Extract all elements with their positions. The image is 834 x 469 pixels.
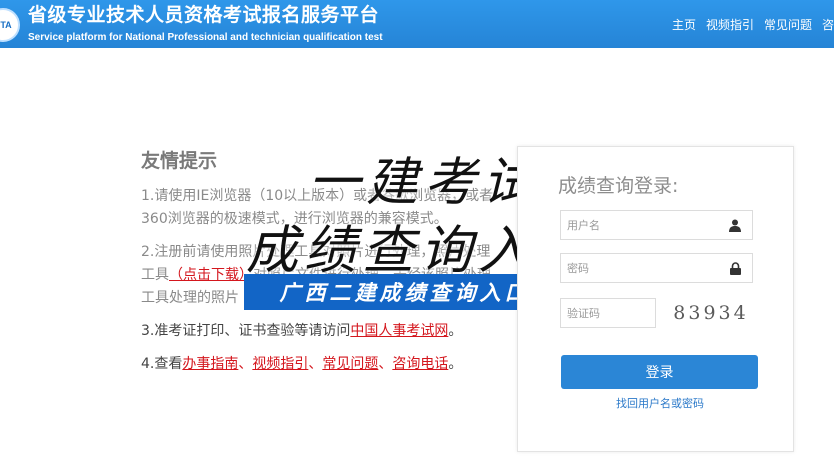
separator: 、 bbox=[378, 356, 393, 372]
separator: 、 bbox=[238, 356, 253, 372]
guide-link[interactable]: 办事指南 bbox=[182, 356, 238, 372]
nav-home[interactable]: 主页 bbox=[672, 16, 696, 33]
notice-item-4-end: 。 bbox=[448, 356, 463, 372]
forgot-credentials-link[interactable]: 找回用户名或密码 bbox=[518, 395, 802, 411]
video-guide-link[interactable]: 视频指引 bbox=[252, 356, 308, 372]
login-button[interactable]: 登录 bbox=[561, 355, 758, 389]
captcha-input[interactable] bbox=[561, 299, 659, 327]
overlay-banner-text: 广西二建成绩查询入口 bbox=[279, 281, 530, 305]
notice-item-4: 4.查看办事指南、视频指引、常见问题、咨询电话。 bbox=[141, 353, 501, 376]
notice-item-3: 3.准考证打印、证书查验等请访问中国人事考试网。 bbox=[141, 320, 501, 343]
nav-faq[interactable]: 常见问题 bbox=[764, 16, 812, 33]
notice-item-3-pre: 3.准考证打印、证书查验等请访问 bbox=[141, 323, 351, 339]
notice-item-4-pre: 4.查看 bbox=[141, 356, 183, 372]
login-panel: 成绩查询登录: 83934 登录 找回用户名或密码 bbox=[517, 146, 794, 452]
password-field bbox=[560, 253, 753, 283]
password-input[interactable] bbox=[561, 254, 723, 282]
overlay-title-line-1: 一建考试 bbox=[308, 153, 541, 213]
top-nav: 主页 视频指引 常见问题 咨询 bbox=[672, 16, 834, 33]
user-icon bbox=[718, 211, 752, 239]
site-title: 省级专业技术人员资格考试报名服务平台 bbox=[28, 4, 380, 26]
username-input[interactable] bbox=[561, 211, 723, 239]
login-title: 成绩查询登录: bbox=[558, 175, 679, 197]
captcha-image[interactable]: 83934 bbox=[668, 297, 754, 329]
separator: 、 bbox=[308, 356, 323, 372]
faq-link[interactable]: 常见问题 bbox=[322, 356, 378, 372]
download-link[interactable]: （点击下载） bbox=[169, 267, 253, 283]
hotline-link[interactable]: 咨询电话 bbox=[392, 356, 448, 372]
captcha-field bbox=[560, 298, 659, 328]
site-title-block: 省级专业技术人员资格考试报名服务平台 Service platform for … bbox=[28, 4, 383, 46]
nav-video-guide[interactable]: 视频指引 bbox=[706, 16, 754, 33]
lock-icon bbox=[718, 254, 752, 282]
notice-item-3-end: 。 bbox=[448, 323, 463, 339]
logo-text: PTA bbox=[0, 20, 12, 30]
cpta-link[interactable]: 中国人事考试网 bbox=[350, 323, 448, 339]
logo: PTA bbox=[0, 8, 20, 42]
top-header: PTA 省级专业技术人员资格考试报名服务平台 Service platform … bbox=[0, 0, 834, 48]
username-field bbox=[560, 210, 753, 240]
nav-consult[interactable]: 咨询 bbox=[822, 16, 834, 33]
site-subtitle: Service platform for National Profession… bbox=[28, 32, 383, 43]
